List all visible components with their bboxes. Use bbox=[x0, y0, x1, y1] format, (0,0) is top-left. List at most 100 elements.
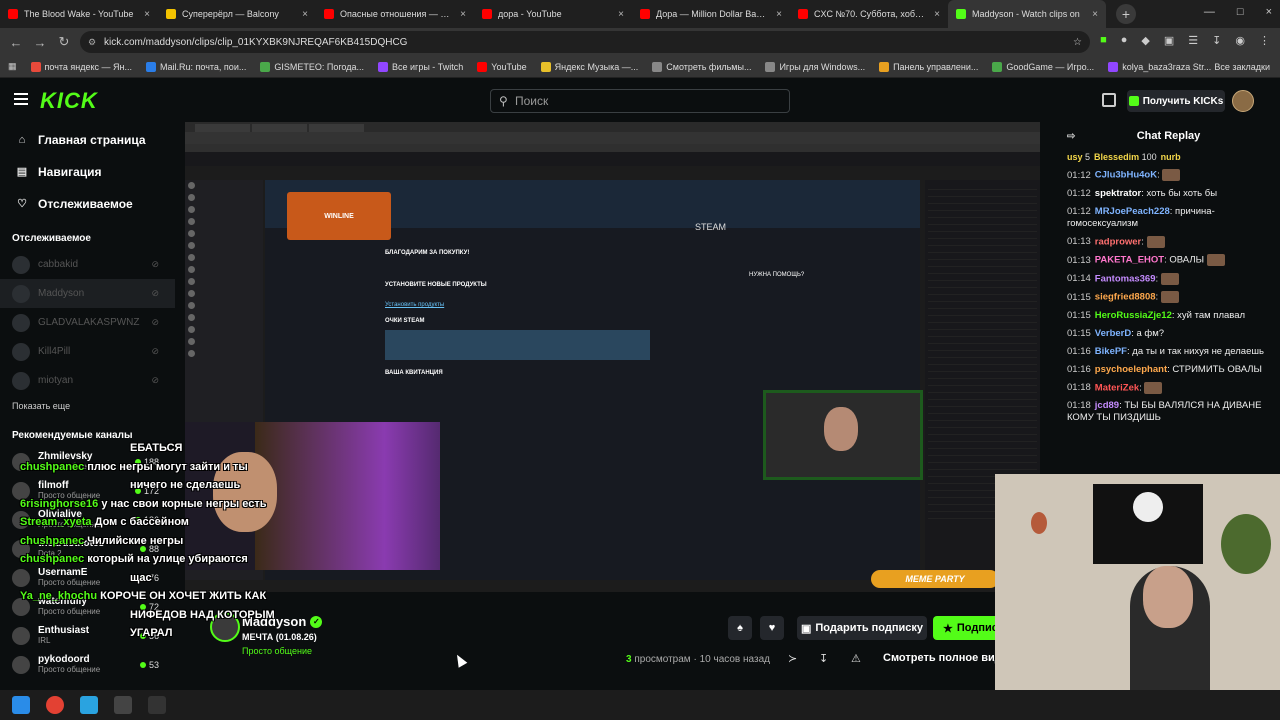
bookmark-item[interactable]: почта яндекс — Ян... bbox=[30, 61, 132, 72]
tab-close-icon[interactable]: × bbox=[776, 9, 782, 20]
bookmark-item[interactable]: Игры для Windows... bbox=[765, 61, 865, 72]
followed-channel[interactable]: GLADVALAKASPWNZ ⊘ bbox=[0, 308, 175, 337]
recommended-channel[interactable]: filmoff Просто общение 172 bbox=[0, 476, 175, 505]
app-icon[interactable] bbox=[114, 696, 132, 714]
download-icon[interactable]: ↧ bbox=[819, 652, 828, 665]
recommended-channel[interactable]: Enthusiast IRL 56 bbox=[0, 621, 175, 650]
chat-username[interactable]: Fantomas369 bbox=[1095, 273, 1156, 284]
tab-close-icon[interactable]: × bbox=[302, 9, 308, 20]
chat-username[interactable]: siegfried8808 bbox=[1095, 292, 1156, 303]
bookmark-item[interactable]: Смотреть фильмы... bbox=[652, 61, 751, 72]
notification-bell-button[interactable]: ♠ bbox=[728, 616, 752, 640]
sidebar-nav-item[interactable]: ♡ Отслеживаемое bbox=[0, 188, 175, 220]
browser-tab[interactable]: Дора — Million Dollar Baby - Y × bbox=[632, 0, 790, 28]
bookmark-item[interactable]: Яндекс Музыка —... bbox=[540, 61, 639, 72]
tab-close-icon[interactable]: × bbox=[144, 9, 150, 20]
recommended-channel[interactable]: Zhmilevsky Просто общение 188 bbox=[0, 447, 175, 476]
recommended-channel[interactable]: watchfully Просто общение 72 bbox=[0, 592, 175, 621]
chat-username[interactable]: BikePF bbox=[1095, 346, 1127, 357]
recommended-channel[interactable]: pykodoord Просто общение 53 bbox=[0, 650, 175, 679]
recommended-channel[interactable]: Olivialive Просто общение 136 bbox=[0, 505, 175, 534]
new-tab-button[interactable]: + bbox=[1116, 4, 1136, 24]
url-input[interactable]: ⚙ kick.com/maddyson/clips/clip_01KYXBK9N… bbox=[80, 31, 1090, 53]
show-more-link[interactable]: Показать еще bbox=[0, 395, 175, 417]
menu-icon[interactable]: ⋮ bbox=[1259, 34, 1270, 47]
gift-sub-button[interactable]: ▣ Подарить подписку bbox=[797, 616, 927, 640]
all-bookmarks[interactable]: Все закладки bbox=[1214, 62, 1270, 72]
recommended-channel[interactable]: theartistnotes Dota 2 88 bbox=[0, 534, 175, 563]
chat-username[interactable]: PAKETA_EHOT bbox=[1095, 255, 1164, 266]
theater-mode-icon[interactable] bbox=[1102, 93, 1116, 107]
recommended-channel[interactable]: UsernamE Просто общение 76 bbox=[0, 563, 175, 592]
chat-username[interactable]: psychoelephant bbox=[1095, 364, 1167, 375]
bookmark-item[interactable]: GoodGame — Игро... bbox=[992, 61, 1094, 72]
browser-tab[interactable]: The Blood Wake - YouTube × bbox=[0, 0, 158, 28]
extension-icon[interactable]: ■ bbox=[1100, 34, 1107, 47]
chat-username[interactable]: HeroRussiaZje12 bbox=[1095, 310, 1172, 321]
watch-full-video-button[interactable]: Смотреть полное видео bbox=[883, 652, 995, 664]
kick-logo[interactable]: KICK bbox=[40, 88, 98, 114]
close-icon[interactable]: × bbox=[1266, 6, 1272, 18]
followed-channel[interactable]: Kill4Pill ⊘ bbox=[0, 337, 175, 366]
profile-icon[interactable]: ◉ bbox=[1235, 34, 1245, 47]
back-icon[interactable]: ← bbox=[4, 35, 28, 50]
extensions-icon[interactable]: ▣ bbox=[1164, 34, 1174, 47]
chat-username[interactable]: MateriZek bbox=[1095, 382, 1139, 393]
menu-icon[interactable] bbox=[14, 93, 28, 105]
tab-close-icon[interactable]: × bbox=[1092, 9, 1098, 20]
start-icon[interactable] bbox=[12, 696, 30, 714]
site-info-icon[interactable]: ⚙ bbox=[88, 37, 96, 48]
followed-channel[interactable]: cabbakid ⊘ bbox=[0, 250, 175, 279]
chrome-icon[interactable] bbox=[46, 696, 64, 714]
tab-close-icon[interactable]: × bbox=[618, 9, 624, 20]
browser-tab[interactable]: Опасные отношения — Русск × bbox=[316, 0, 474, 28]
extension-icon[interactable]: ◆ bbox=[1141, 34, 1149, 47]
channel-name[interactable]: Maddyson ✓ bbox=[242, 614, 323, 629]
video-player[interactable]: STEAM БЛАГОДАРИМ ЗА ПОКУПКУ! УСТАНОВИТЕ … bbox=[185, 122, 1040, 592]
bookmark-star-icon[interactable]: ☆ bbox=[1073, 37, 1082, 48]
follow-button[interactable]: ♥ bbox=[760, 616, 784, 640]
extension-icon[interactable]: ● bbox=[1121, 34, 1128, 47]
share-icon[interactable]: ≻ bbox=[788, 652, 797, 665]
browser-tab[interactable]: дора - YouTube × bbox=[474, 0, 632, 28]
media-icon[interactable]: ☰ bbox=[1188, 34, 1198, 47]
browser-tab[interactable]: Суперерёрл — Balcony × bbox=[158, 0, 316, 28]
browser-tab[interactable]: CXC №70. Суббота, хобби, бо × bbox=[790, 0, 948, 28]
minimize-icon[interactable]: — bbox=[1204, 6, 1215, 18]
bookmark-item[interactable]: YouTube bbox=[477, 61, 527, 72]
sidebar-nav-item[interactable]: ⌂ Главная страница bbox=[0, 124, 175, 156]
chat-username[interactable]: MRJoePeach228 bbox=[1095, 206, 1170, 217]
channel-avatar[interactable] bbox=[210, 612, 240, 642]
chat-username[interactable]: VerberD bbox=[1095, 328, 1131, 339]
user-avatar[interactable] bbox=[1232, 90, 1254, 112]
search-input[interactable]: ⚲ Поиск bbox=[490, 89, 790, 113]
tab-close-icon[interactable]: × bbox=[460, 9, 466, 20]
bookmark-label: Яндекс Музыка —... bbox=[554, 61, 639, 72]
stream-sidebar-row bbox=[185, 300, 263, 312]
forward-icon[interactable]: → bbox=[28, 35, 52, 50]
reload-icon[interactable]: ↻ bbox=[52, 34, 76, 50]
clip-category[interactable]: Просто общение bbox=[242, 646, 312, 656]
sidebar-nav-item[interactable]: ▤ Навигация bbox=[0, 156, 175, 188]
bookmark-item[interactable]: Все игры - Twitch bbox=[378, 61, 463, 72]
bookmark-item[interactable]: Панель управлени... bbox=[879, 61, 978, 72]
apps-icon[interactable]: ▦ bbox=[8, 61, 17, 72]
bookmark-item[interactable]: GISMETEO: Погода... bbox=[260, 61, 364, 72]
collapse-chat-icon[interactable]: ⇨ bbox=[1067, 131, 1075, 142]
telegram-icon[interactable] bbox=[80, 696, 98, 714]
app-icon[interactable] bbox=[148, 696, 166, 714]
chat-username[interactable]: radprower bbox=[1095, 236, 1141, 247]
followed-channel[interactable]: miotyan ⊘ bbox=[0, 366, 175, 395]
chat-username[interactable]: spektrator bbox=[1095, 188, 1141, 199]
tab-close-icon[interactable]: × bbox=[934, 9, 940, 20]
chat-username[interactable]: CJlu3bHu4oK bbox=[1095, 170, 1157, 181]
browser-tab[interactable]: Maddyson - Watch clips on × bbox=[948, 0, 1106, 28]
bookmark-item[interactable]: kolya_baza3raza Str... bbox=[1108, 61, 1211, 72]
report-icon[interactable]: ⚠ bbox=[851, 652, 861, 665]
bookmark-item[interactable]: Mail.Ru: почта, пои... bbox=[146, 61, 246, 72]
chat-username[interactable]: jcd89 bbox=[1095, 400, 1119, 411]
followed-channel[interactable]: Maddyson ⊘ bbox=[0, 279, 175, 308]
get-kicks-button[interactable]: Получить KICKs bbox=[1127, 90, 1225, 112]
downloads-icon[interactable]: ↧ bbox=[1212, 34, 1221, 47]
maximize-icon[interactable]: □ bbox=[1237, 6, 1244, 18]
